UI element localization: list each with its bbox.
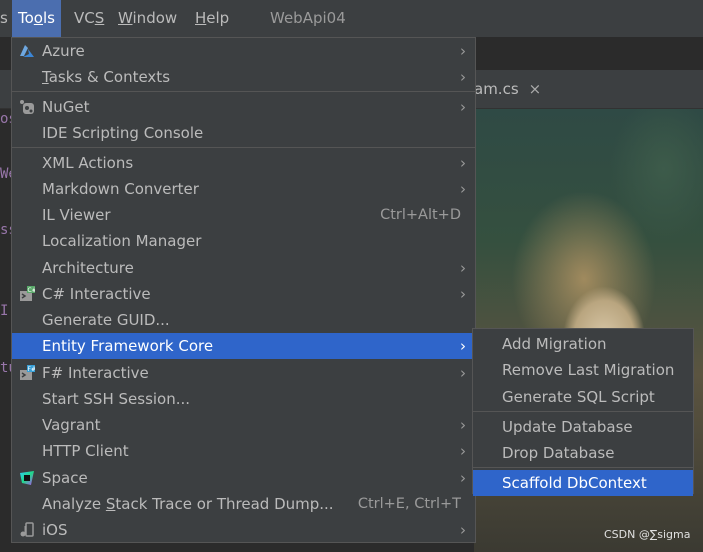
menu-separator bbox=[12, 91, 475, 92]
menu-separator bbox=[473, 467, 693, 468]
menu-item-analyze-stack-trace[interactable]: Analyze Stack Trace or Thread Dump... Ct… bbox=[12, 491, 475, 517]
watermark-text: CSDN @∑sigma bbox=[604, 528, 691, 541]
submenu-item-add-migration[interactable]: Add Migration bbox=[473, 331, 693, 357]
ios-device-icon bbox=[20, 522, 34, 537]
submenu-item-generate-sql-script[interactable]: Generate SQL Script bbox=[473, 384, 693, 410]
chevron-right-icon: › bbox=[460, 416, 466, 434]
menu-item-architecture[interactable]: Architecture › bbox=[12, 255, 475, 281]
menu-item-vcs[interactable]: VCS bbox=[68, 0, 110, 37]
chevron-right-icon: › bbox=[460, 98, 466, 116]
code-fragment: I bbox=[0, 303, 9, 319]
menu-item-window[interactable]: Window bbox=[112, 0, 183, 37]
menu-item-csharp-interactive[interactable]: C# C# Interactive › bbox=[12, 281, 475, 307]
chevron-right-icon: › bbox=[460, 285, 466, 303]
chevron-right-icon: › bbox=[460, 68, 466, 86]
menu-item-il-viewer[interactable]: IL Viewer Ctrl+Alt+D bbox=[12, 202, 475, 228]
tab-label: am.cs bbox=[474, 80, 519, 98]
menu-item-http-client[interactable]: HTTP Client › bbox=[12, 438, 475, 464]
menu-item-fsharp-interactive[interactable]: F# F# Interactive › bbox=[12, 360, 475, 386]
svg-text:C#: C# bbox=[28, 287, 36, 294]
chevron-right-icon: › bbox=[460, 337, 466, 355]
menu-item-localization-manager[interactable]: Localization Manager bbox=[12, 228, 475, 254]
menu-separator bbox=[12, 147, 475, 148]
project-title: WebApi04 bbox=[270, 9, 346, 27]
submenu-item-remove-last-migration[interactable]: Remove Last Migration bbox=[473, 357, 693, 383]
close-icon[interactable]: × bbox=[529, 80, 542, 98]
chevron-right-icon: › bbox=[460, 442, 466, 460]
menu-item-xml-actions[interactable]: XML Actions › bbox=[12, 150, 475, 176]
menu-item-vagrant[interactable]: Vagrant › bbox=[12, 412, 475, 438]
menu-item-tools[interactable]: Tools bbox=[12, 0, 61, 37]
chevron-right-icon: › bbox=[460, 154, 466, 172]
chevron-right-icon: › bbox=[460, 180, 466, 198]
fsharp-interactive-icon: F# bbox=[20, 365, 36, 380]
menu-item-ios[interactable]: iOS › bbox=[12, 517, 475, 543]
chevron-right-icon: › bbox=[460, 259, 466, 277]
menu-item-generate-guid[interactable]: Generate GUID... bbox=[12, 307, 475, 333]
nuget-icon bbox=[20, 100, 34, 114]
chevron-right-icon: › bbox=[460, 42, 466, 60]
submenu-item-scaffold-dbcontext[interactable]: Scaffold DbContext bbox=[473, 470, 693, 496]
menu-item-azure[interactable]: Azure › bbox=[12, 38, 475, 64]
azure-icon bbox=[20, 45, 34, 57]
menu-item-space[interactable]: Space › bbox=[12, 465, 475, 491]
menu-item-nuget[interactable]: NuGet › bbox=[12, 94, 475, 120]
svg-text:F#: F# bbox=[28, 366, 36, 373]
main-menu-bar: s Tools VCS Window Help WebApi04 bbox=[0, 0, 703, 37]
submenu-item-update-database[interactable]: Update Database bbox=[473, 414, 693, 440]
chevron-right-icon: › bbox=[460, 521, 466, 539]
menu-item-ide-scripting-console[interactable]: IDE Scripting Console bbox=[12, 120, 475, 146]
menu-separator bbox=[473, 411, 693, 412]
chevron-right-icon: › bbox=[460, 469, 466, 487]
menu-item-start-ssh-session[interactable]: Start SSH Session... bbox=[12, 386, 475, 412]
editor-tab[interactable]: am.cs × bbox=[474, 70, 541, 108]
chevron-right-icon: › bbox=[460, 364, 466, 382]
shortcut-label: Ctrl+E, Ctrl+T bbox=[357, 496, 461, 512]
csharp-interactive-icon: C# bbox=[20, 286, 36, 301]
menu-item-entity-framework-core[interactable]: Entity Framework Core › bbox=[12, 333, 475, 359]
shortcut-label: Ctrl+Alt+D bbox=[380, 207, 461, 223]
menu-item-tasks-contexts[interactable]: Tasks & Contexts › bbox=[12, 64, 475, 90]
submenu-item-drop-database[interactable]: Drop Database bbox=[473, 440, 693, 466]
space-icon bbox=[20, 471, 34, 485]
menu-item-markdown-converter[interactable]: Markdown Converter › bbox=[12, 176, 475, 202]
ef-core-submenu: Add Migration Remove Last Migration Gene… bbox=[472, 328, 694, 496]
tools-menu: Azure › Tasks & Contexts › NuGet › IDE S… bbox=[11, 37, 476, 543]
menu-item-help[interactable]: Help bbox=[189, 0, 235, 37]
